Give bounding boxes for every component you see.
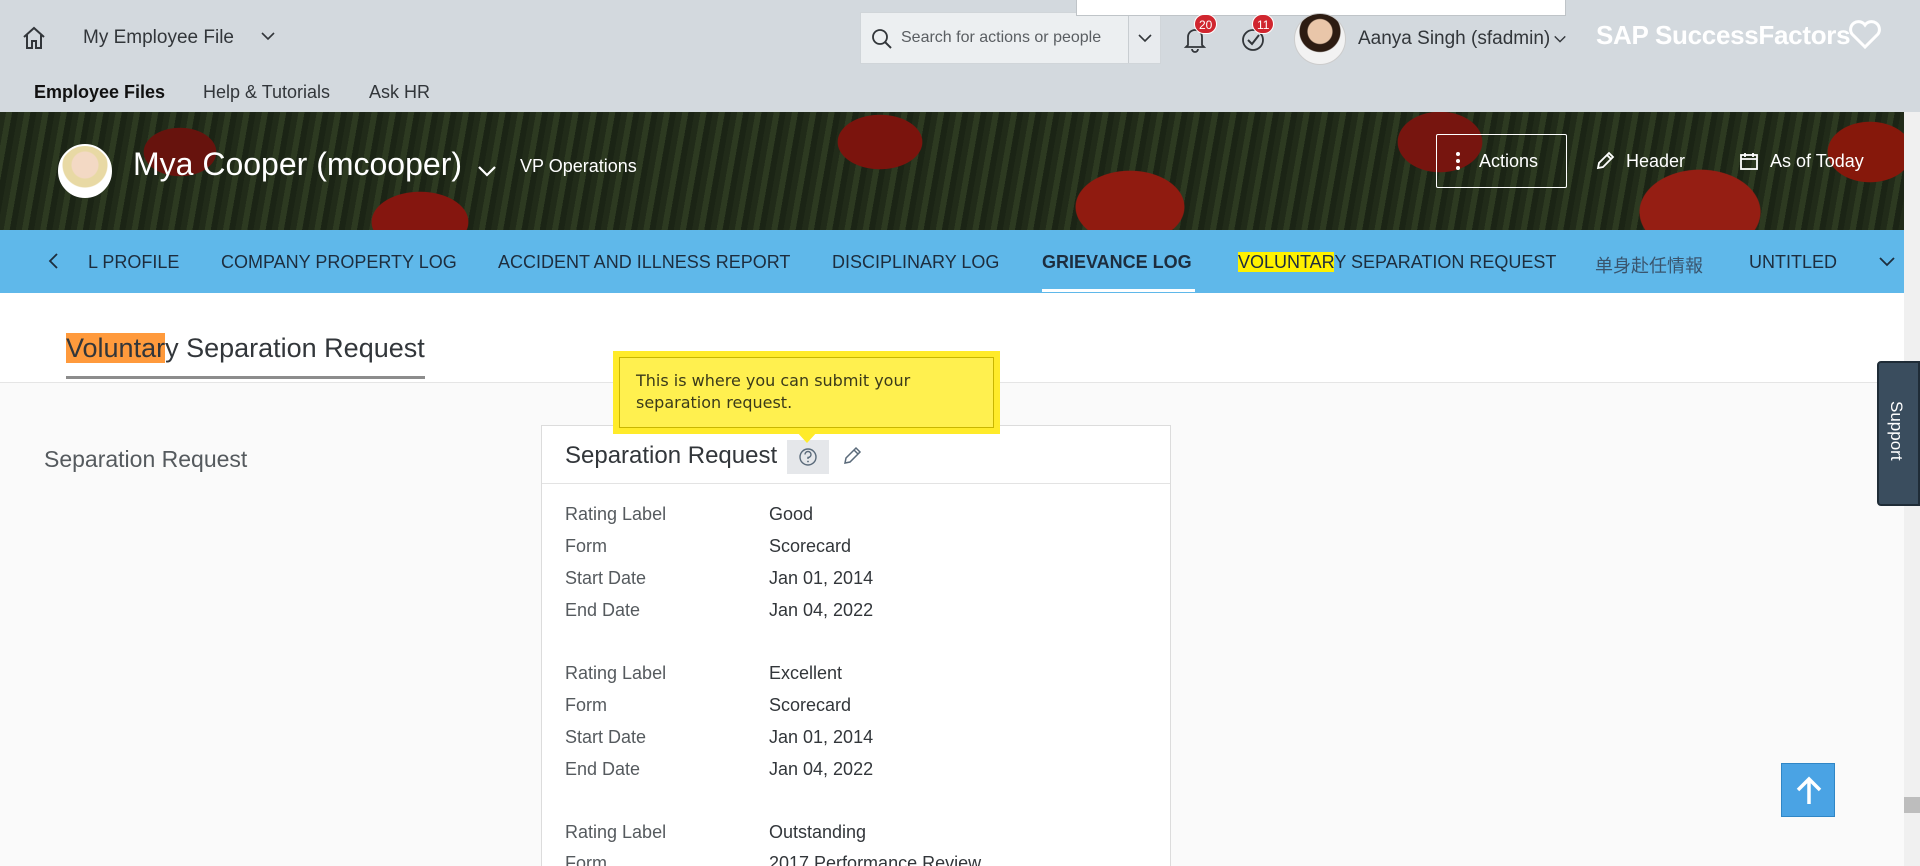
tab-tanshin-funin[interactable]: 单身赴任情報 xyxy=(1595,252,1703,278)
section-tabs: L PROFILE COMPANY PROPERTY LOG ACCIDENT … xyxy=(0,230,1904,293)
field-value: Jan 04, 2022 xyxy=(769,759,874,779)
shell-bar: My Employee File 20 11 Aanya Singh (sfad… xyxy=(0,0,1920,112)
field-label: Form xyxy=(565,853,607,866)
chevron-down-icon[interactable] xyxy=(1876,250,1898,272)
search-box[interactable] xyxy=(860,12,1161,64)
calendar-icon xyxy=(1740,153,1758,170)
field-value: Jan 04, 2022 xyxy=(769,600,874,620)
app-title[interactable]: My Employee File xyxy=(83,27,234,49)
subsection-label: Separation Request xyxy=(44,446,248,472)
active-tab-indicator xyxy=(1042,289,1195,292)
field-label: Form xyxy=(565,536,607,556)
shell-links: Employee Files Help & Tutorials Ask HR xyxy=(0,76,1920,112)
field-value: Outstanding xyxy=(769,822,867,842)
employee-avatar[interactable] xyxy=(58,144,112,198)
field-label: End Date xyxy=(565,600,641,620)
pencil-icon[interactable] xyxy=(840,444,864,468)
field-label: Start Date xyxy=(565,568,647,588)
tooltip-pointer xyxy=(796,431,818,443)
arrow-up-icon xyxy=(1796,776,1822,804)
employee-name[interactable]: Mya Cooper (mcooper) xyxy=(133,146,462,183)
separation-request-card: Separation Request Rating Label Good Form… xyxy=(541,425,1171,866)
section-title-rest: y Separation Request xyxy=(165,333,425,363)
user-avatar[interactable] xyxy=(1294,13,1346,65)
field-value: Jan 01, 2014 xyxy=(769,727,874,747)
tab-label-rest: Y SEPARATION REQUEST xyxy=(1334,252,1557,272)
field-value: Scorecard xyxy=(769,695,852,715)
user-name[interactable]: Aanya Singh (sfadmin) xyxy=(1358,28,1550,50)
heart-icon xyxy=(1848,17,1882,51)
todo-check-icon[interactable]: 11 xyxy=(1238,14,1275,54)
header-button[interactable]: Header xyxy=(1578,134,1701,188)
tab-accident-illness-report[interactable]: ACCIDENT AND ILLNESS REPORT xyxy=(498,252,790,273)
scroll-to-top-button[interactable] xyxy=(1781,763,1835,817)
field-label: Rating Label xyxy=(565,504,667,524)
field-label: Rating Label xyxy=(565,663,667,683)
search-highlight: VOLUNTAR xyxy=(1238,252,1335,272)
tab-disciplinary-log[interactable]: DISCIPLINARY LOG xyxy=(832,252,999,273)
tab-untitled[interactable]: UNTITLED xyxy=(1749,252,1837,273)
employee-header: Mya Cooper (mcooper) VP Operations Actio… xyxy=(0,112,1904,230)
shell-top-row: My Employee File 20 11 Aanya Singh (sfad… xyxy=(0,0,1920,76)
field-value: Good xyxy=(769,504,814,524)
more-vertical-icon xyxy=(1456,152,1460,170)
scrollbar-thumb[interactable] xyxy=(1904,797,1920,813)
tab-grievance-log[interactable]: GRIEVANCE LOG xyxy=(1042,252,1192,273)
field-value: Jan 01, 2014 xyxy=(769,568,874,588)
chevron-left-icon[interactable] xyxy=(43,250,65,272)
search-icon xyxy=(871,28,893,50)
support-label: Support xyxy=(1887,401,1906,461)
field-label: Form xyxy=(565,695,607,715)
tab-voluntary-separation-request[interactable]: VOLUNTARY SEPARATION REQUEST xyxy=(1238,252,1556,273)
field-label: Rating Label xyxy=(565,822,667,842)
chevron-down-icon[interactable] xyxy=(1553,32,1567,46)
brand-logo: SAP SuccessFactors xyxy=(1596,20,1851,50)
chevron-down-icon[interactable] xyxy=(476,160,498,182)
link-employee-files[interactable]: Employee Files xyxy=(34,82,165,103)
as-of-label: As of Today xyxy=(1770,150,1864,171)
actions-button[interactable]: Actions xyxy=(1436,134,1567,188)
support-button[interactable]: Support xyxy=(1877,361,1920,506)
link-help-tutorials[interactable]: Help & Tutorials xyxy=(203,82,330,103)
tooltip-text: This is where you can submit your separa… xyxy=(619,357,994,428)
field-value: 2017 Performance Review xyxy=(769,853,982,866)
search-input[interactable] xyxy=(901,13,1121,63)
field-label: Start Date xyxy=(565,727,647,747)
search-scope-chevron-icon[interactable] xyxy=(1128,13,1160,63)
field-label: End Date xyxy=(565,759,641,779)
as-of-today-button[interactable]: As of Today xyxy=(1722,134,1880,188)
section-title: Voluntary Separation Request xyxy=(66,333,425,379)
tab-company-property-log[interactable]: COMPANY PROPERTY LOG xyxy=(221,252,457,273)
card-title: Separation Request xyxy=(565,442,778,469)
pencil-icon xyxy=(1596,151,1615,170)
field-value: Excellent xyxy=(769,663,843,683)
header-label: Header xyxy=(1626,150,1686,171)
employee-title: VP Operations xyxy=(520,156,637,176)
actions-label: Actions xyxy=(1479,150,1539,171)
link-ask-hr[interactable]: Ask HR xyxy=(369,82,430,103)
field-value: Scorecard xyxy=(769,536,852,556)
help-icon[interactable] xyxy=(787,440,829,474)
tab-profile[interactable]: L PROFILE xyxy=(88,252,179,273)
notifications-badge: 20 xyxy=(1194,14,1218,34)
search-highlight: Voluntar xyxy=(66,333,166,363)
notifications-bell-icon[interactable]: 20 xyxy=(1180,14,1218,54)
help-tooltip: This is where you can submit your separa… xyxy=(613,351,1000,434)
home-icon[interactable] xyxy=(20,24,48,52)
todo-badge: 11 xyxy=(1252,14,1275,34)
card-header: Separation Request xyxy=(542,426,1170,484)
chevron-down-icon[interactable] xyxy=(260,28,276,44)
